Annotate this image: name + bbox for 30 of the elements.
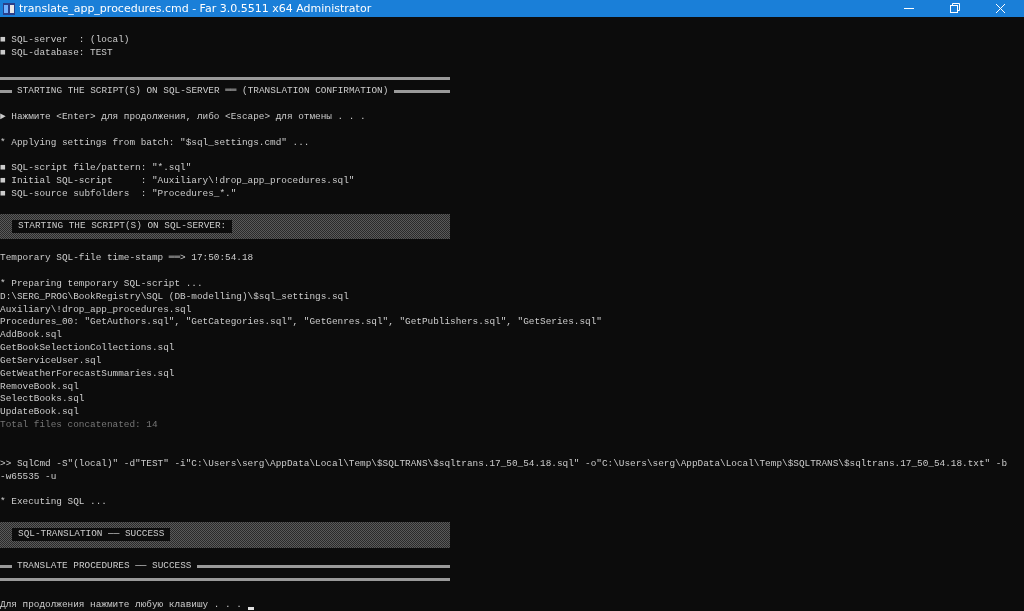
console-line: RemoveBook.sql xyxy=(0,380,79,394)
console-line: AddBook.sql xyxy=(0,329,62,343)
section-heading: STARTING THE SCRIPT(S) ON SQL-SERVER ══ (TRANSLATION CONFIRMATION) xyxy=(17,85,389,99)
console-line: D:\SERG_PROG\BookRegistry\SQL (DB-modelling)\$sql_settings.sql xyxy=(0,290,349,304)
console-line: UpdateBook.sql xyxy=(0,406,79,420)
window-title: translate_app_procedures.cmd - Far 3.0.5511 x64 Administrator xyxy=(19,2,373,15)
console-line: GetServiceUser.sql xyxy=(0,354,102,368)
banner-text: STARTING THE SCRIPT(S) ON SQL-SERVER: xyxy=(12,220,233,233)
console-line: * Applying settings from batch: "$sql_settings.cmd" ... xyxy=(0,136,310,150)
console-line: ■ Initial SQL-script : "Auxiliary\!drop_app_procedures.sql" xyxy=(0,175,355,188)
console-line: ■ SQL-server : (local) xyxy=(0,33,130,47)
console-line: GetWeatherForecastSummaries.sql xyxy=(0,367,175,381)
console-line: GetBookSelectionCollections.sql xyxy=(0,342,175,355)
console-line: ■ SQL-script file/pattern: "*.sql" xyxy=(0,162,192,176)
console-line: * Executing SQL ... xyxy=(0,496,107,510)
console-line: Total files concatenated: 14 xyxy=(0,419,158,432)
console-line: ► Нажмите <Enter> для продолжения, либо <Escape> для отмены . . . xyxy=(0,110,366,124)
banner-text: SQL-TRANSLATION ── SUCCESS xyxy=(12,528,171,542)
section-heading: TRANSLATE PROCEDURES ── SUCCESS xyxy=(17,560,192,574)
console-line: ■ SQL-database: TEST xyxy=(0,46,113,60)
console-line: Procedures_00: "GetAuthors.sql", "GetCategories.sql", "GetGenres.sql", "GetPublishers.sql", "GetSeries.sql" xyxy=(0,316,602,330)
console-line: Для продолжения нажмите любую клавишу . . . xyxy=(0,598,242,611)
console-line: ■ SQL-source subfolders : "Procedures_*." xyxy=(0,187,237,201)
console-app-icon xyxy=(3,2,15,15)
console-line: -w65535 -u xyxy=(0,470,57,484)
console-line: >> SqlCmd -S"(local)" -d"TEST" -i"C:\Users\serg\AppData\Local\Temp\$SQLTRANS\$sqltrans.17_50_54.18.sql" -o"C:\Users\serg\AppData\Local\Temp\$SQLTRANS\$sqltrans.17_50_54.18.txt" -b xyxy=(0,457,1008,471)
console-line: Temporary SQL-file time-stamp ══> 17:50:54.18 xyxy=(0,252,254,266)
console-line: SelectBooks.sql xyxy=(0,393,85,407)
console-line: Auxiliary\!drop_app_procedures.sql xyxy=(0,303,192,317)
console-line: * Preparing temporary SQL-script ... xyxy=(0,277,203,291)
